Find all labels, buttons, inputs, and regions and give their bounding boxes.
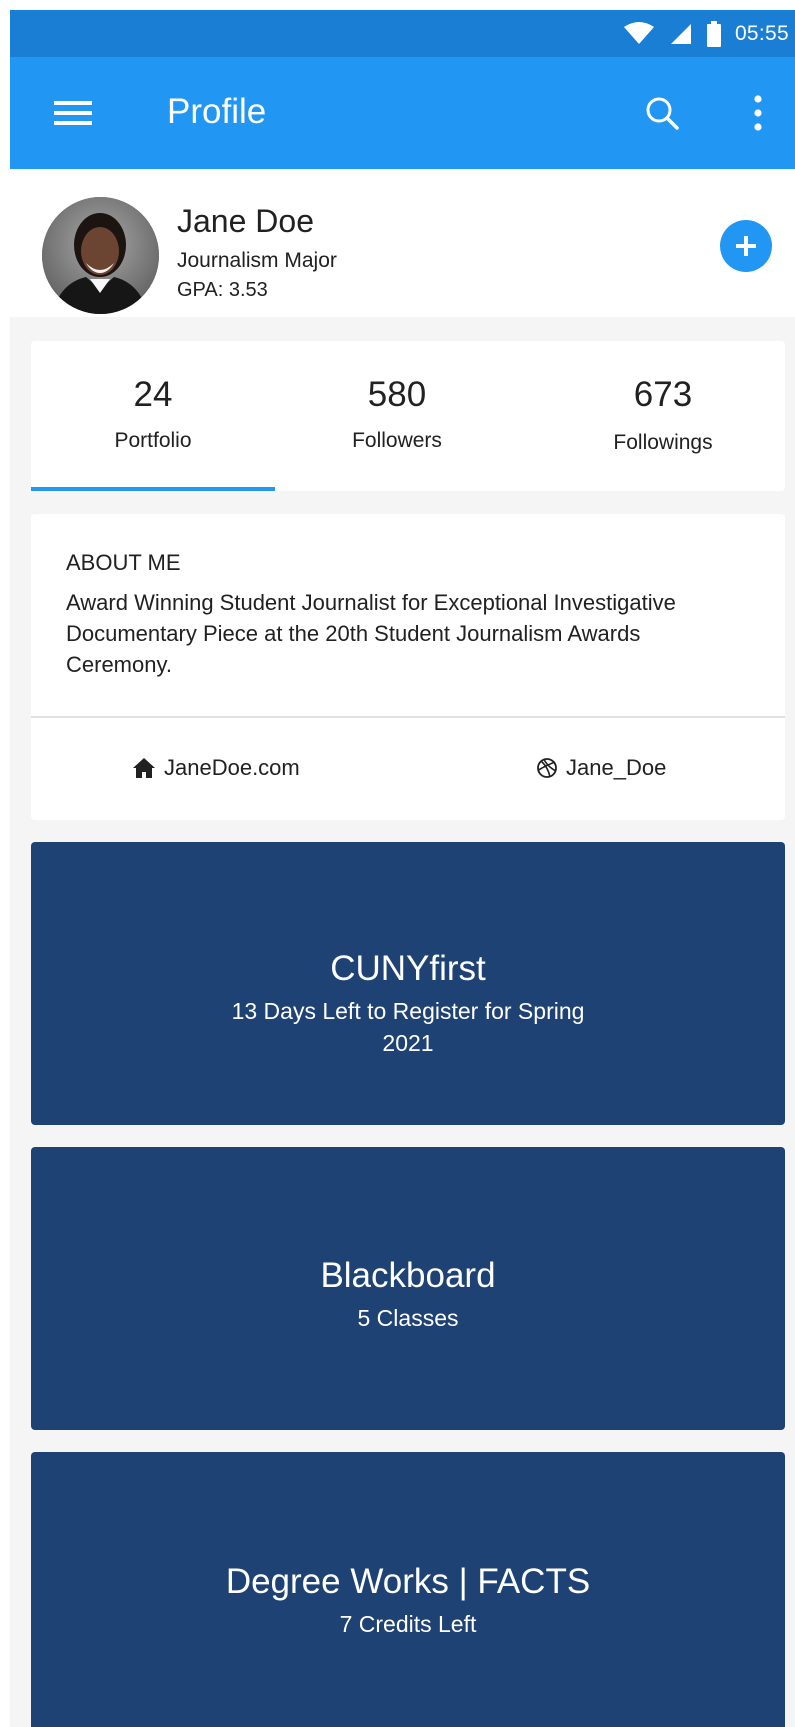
stat-portfolio[interactable]: 24 Portfolio	[31, 341, 275, 491]
tile-subtitle: 5 Classes	[357, 1305, 459, 1331]
profile-gpa: GPA: 3.53	[177, 279, 268, 301]
dribbble-icon	[537, 758, 557, 778]
profile-screen: 05:55 Profile Jane Doe Journalism Major …	[10, 10, 795, 1727]
cell-signal-icon	[669, 22, 693, 46]
selected-tab-indicator	[31, 487, 275, 491]
status-bar: 05:55	[10, 10, 795, 57]
about-text: Award Winning Student Journalist for Exc…	[66, 590, 676, 677]
stat-followers[interactable]: 580 Followers	[275, 341, 519, 491]
stat-value: 24	[133, 375, 173, 414]
app-bar: Profile	[10, 57, 795, 169]
tile-subtitle: 7 Credits Left	[339, 1611, 477, 1637]
divider	[31, 716, 785, 718]
profile-name: Jane Doe	[177, 203, 314, 239]
tile-degree-works[interactable]: Degree Works | FACTS 7 Credits Left	[31, 1452, 785, 1727]
dribbble-link[interactable]: Jane_Doe	[536, 751, 666, 785]
tile-title: CUNYfirst	[330, 949, 486, 988]
stat-label: Followers	[352, 429, 442, 452]
tile-title: Degree Works | FACTS	[225, 1562, 591, 1601]
menu-icon[interactable]	[50, 91, 96, 135]
stats-card: 24 Portfolio 580 Followers 673 Following…	[31, 341, 785, 491]
tile-subtitle: 13 Days Left to Register for Spring 2021	[231, 998, 585, 1056]
stat-value: 673	[633, 375, 693, 414]
search-icon[interactable]	[640, 91, 684, 135]
wifi-icon	[623, 21, 655, 46]
stat-value: 580	[367, 375, 427, 414]
avatar[interactable]	[42, 197, 159, 314]
website-link[interactable]: JaneDoe.com	[132, 751, 300, 785]
stat-label: Followings	[613, 431, 713, 454]
battery-icon	[706, 20, 721, 47]
profile-major: Journalism Major	[177, 249, 337, 272]
status-time: 05:55	[734, 21, 789, 45]
tile-blackboard[interactable]: Blackboard 5 Classes	[31, 1147, 785, 1430]
stat-followings[interactable]: 673 Followings	[541, 341, 785, 491]
about-card: ABOUT ME Award Winning Student Journalis…	[31, 514, 785, 820]
tile-title: Blackboard	[320, 1256, 496, 1295]
more-vert-icon[interactable]	[748, 91, 768, 135]
website-label: JaneDoe.com	[164, 755, 300, 780]
add-button[interactable]	[720, 220, 772, 272]
status-icons: 05:55	[623, 10, 789, 57]
plus-icon	[736, 236, 756, 256]
about-title: ABOUT ME	[66, 550, 181, 575]
stat-label: Portfolio	[114, 429, 192, 452]
dribbble-label: Jane_Doe	[566, 755, 667, 780]
profile-header: Jane Doe Journalism Major GPA: 3.53	[10, 169, 795, 317]
tile-cunyfirst[interactable]: CUNYfirst 13 Days Left to Register for S…	[31, 842, 785, 1125]
page-title: Profile	[167, 92, 267, 131]
home-icon	[133, 758, 155, 778]
